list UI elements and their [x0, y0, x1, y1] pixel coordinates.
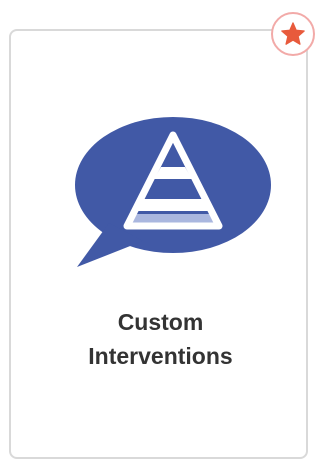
card-title: Custom Interventions [11, 305, 310, 373]
card-title-line-2: Interventions [88, 343, 233, 369]
card-title-line-1: Custom [117, 309, 204, 335]
favorite-button[interactable] [271, 12, 315, 56]
star-icon [281, 22, 305, 45]
custom-interventions-card[interactable]: Custom Interventions [9, 29, 308, 459]
pyramid-speech-bubble-icon [75, 117, 271, 267]
